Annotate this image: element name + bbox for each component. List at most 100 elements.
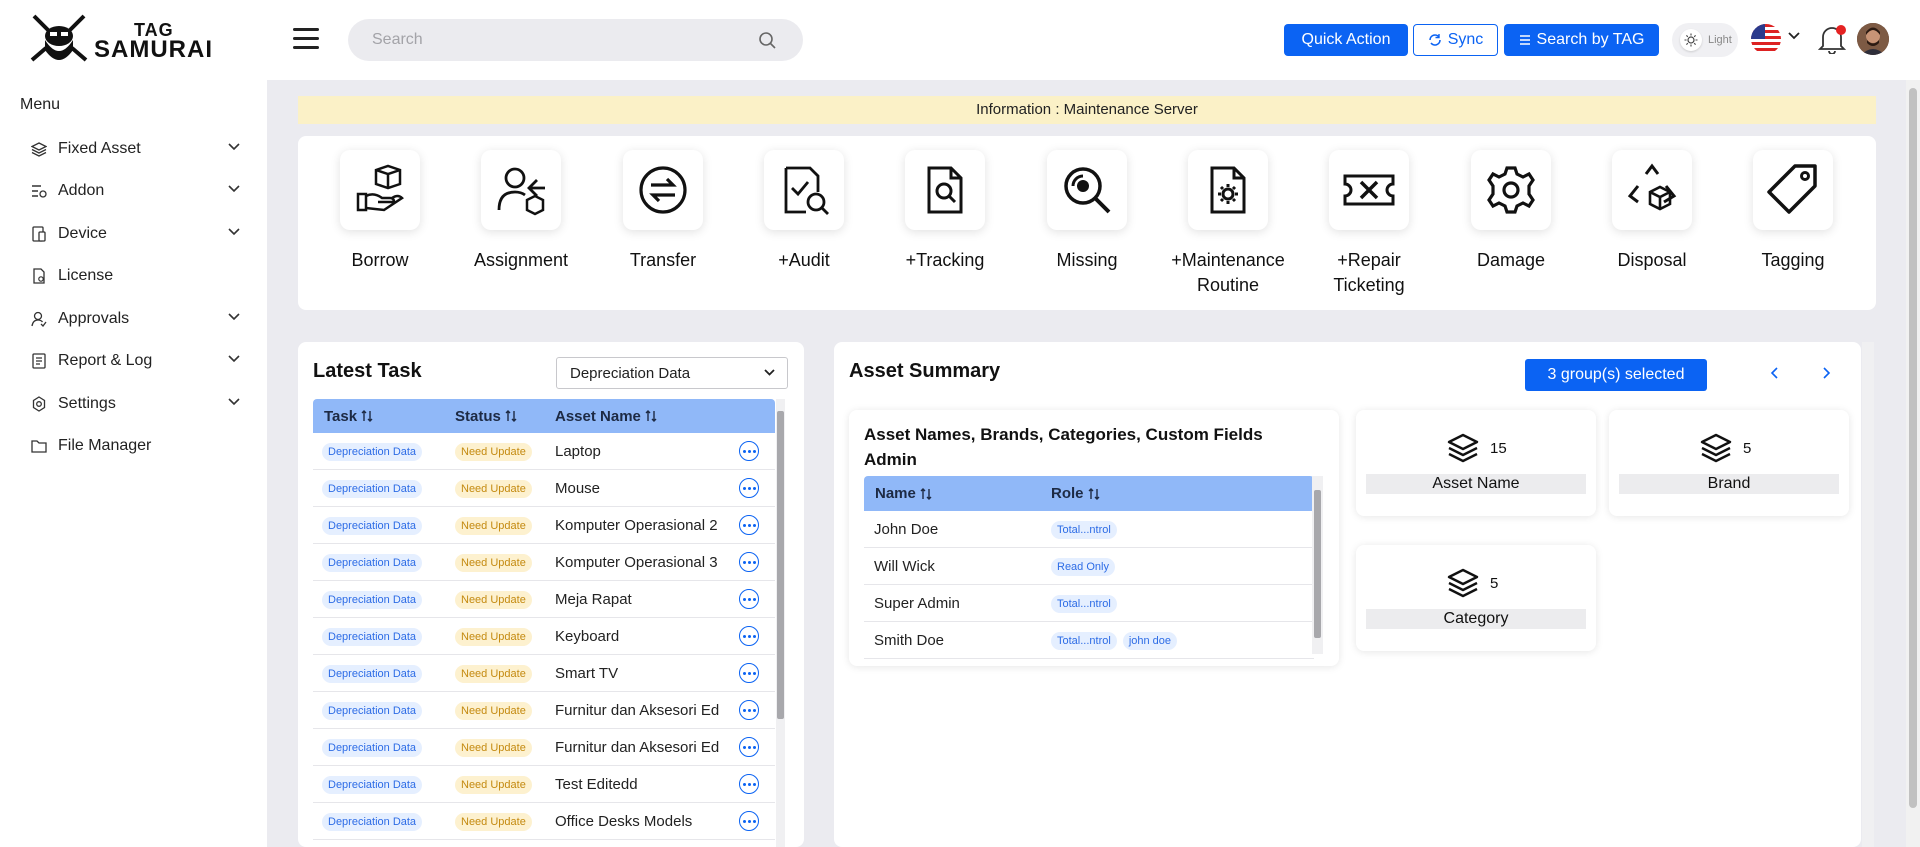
more-options-icon[interactable] (739, 552, 759, 572)
more-options-icon[interactable] (739, 441, 759, 461)
sidebar-item-device[interactable]: Device (30, 221, 240, 247)
table-row[interactable]: Depreciation Data Need Update Komputer Ope… (313, 507, 775, 544)
roles-table-scroll-thumb[interactable] (1314, 490, 1321, 638)
sidebar-item-report-log[interactable]: Report & Log (30, 348, 240, 374)
table-row[interactable]: Will Wick Read Only (864, 548, 1314, 585)
page-scrollbar[interactable] (1906, 80, 1920, 847)
quick-action-repair-ticketing[interactable]: +Repair Ticketing (1304, 150, 1434, 298)
more-options-icon[interactable] (739, 774, 759, 794)
sidebar-item-approvals[interactable]: Approvals (30, 306, 240, 332)
page-scroll-thumb[interactable] (1909, 88, 1917, 808)
info-banner: Information : Maintenance Server (298, 96, 1876, 124)
role-cell: Total...ntrol john doe (1051, 631, 1301, 650)
quick-action-disposal[interactable]: Disposal (1587, 150, 1717, 273)
quick-action-tagging[interactable]: Tagging (1728, 150, 1858, 273)
list-icon (1519, 35, 1530, 45)
more-options-icon[interactable] (739, 589, 759, 609)
search-box (348, 19, 803, 61)
task-table-scroll-thumb[interactable] (777, 411, 784, 719)
sync-button[interactable]: Sync (1413, 24, 1498, 56)
latest-task-table: Task Status Asset Name Depreciation Data… (313, 399, 775, 840)
column-header-asset-name[interactable]: Asset Name (549, 408, 749, 425)
brand-logo[interactable]: TAG SAMURAI (28, 12, 218, 68)
search-icon[interactable] (757, 30, 777, 50)
avatar[interactable] (1857, 23, 1889, 55)
task-table-scrollbar[interactable] (776, 399, 785, 847)
column-header-role[interactable]: Role (1051, 485, 1251, 502)
table-row[interactable]: Depreciation Data Need Update Furnitur dan… (313, 729, 775, 766)
sidebar-item-addon[interactable]: Addon (30, 178, 240, 204)
quick-action-button[interactable]: Quick Action (1284, 24, 1408, 56)
more-options-icon[interactable] (739, 700, 759, 720)
stat-value: 5 (1490, 575, 1499, 592)
more-options-icon[interactable] (739, 663, 759, 683)
task-filter-value: Depreciation Data (570, 364, 691, 382)
brand-line-2: SAMURAI (94, 36, 213, 63)
roles-table-scrollbar[interactable] (1312, 476, 1323, 654)
quick-action-missing[interactable]: Missing (1022, 150, 1152, 273)
column-header-task[interactable]: Task (313, 408, 446, 425)
table-row[interactable]: Depreciation Data Need Update Furnitur dan… (313, 692, 775, 729)
table-row[interactable]: Depreciation Data Need Update Laptop (313, 433, 775, 470)
status-badge: Need Update (455, 516, 532, 535)
theme-toggle[interactable]: Light (1672, 23, 1738, 57)
search-input[interactable] (372, 19, 752, 61)
layers-icon (1700, 433, 1732, 463)
us-flag-icon[interactable] (1751, 24, 1781, 54)
more-options-icon[interactable] (739, 737, 759, 757)
table-row[interactable]: Depreciation Data Need Update Smart TV (313, 655, 775, 692)
more-options-icon[interactable] (739, 811, 759, 831)
more-options-icon[interactable] (739, 626, 759, 646)
column-header-status[interactable]: Status (446, 408, 549, 425)
status-cell: Need Update (446, 442, 549, 461)
quick-action-transfer[interactable]: Transfer (598, 150, 728, 273)
table-row[interactable]: Depreciation Data Need Update Mouse (313, 470, 775, 507)
brand-text: TAG SAMURAI (94, 20, 213, 63)
summary-scrollbar[interactable] (1862, 342, 1874, 847)
stat-card-category[interactable]: 5 Category (1356, 545, 1596, 651)
table-row[interactable]: Smith Doe Total...ntrol john doe (864, 622, 1314, 659)
sidebar-item-fixed-asset[interactable]: Fixed Asset (30, 136, 240, 162)
task-chip: Depreciation Data (322, 812, 423, 831)
roles-table: Name Role John Doe Total...ntrol Will Wick… (864, 476, 1314, 659)
task-filter-select[interactable]: Depreciation Data (556, 357, 788, 389)
chevron-down-icon (228, 228, 240, 236)
asset-name-cell: Laptop (555, 442, 601, 460)
column-header-name[interactable]: Name (864, 485, 1051, 502)
table-row[interactable]: Super Admin Total...ntrol (864, 585, 1314, 622)
sidebar-item-license[interactable]: License (30, 263, 240, 289)
task-cell: Depreciation Data (313, 553, 446, 572)
audit-icon (784, 166, 829, 215)
quick-action-tracking[interactable]: +Tracking (880, 150, 1010, 273)
status-badge: Need Update (455, 775, 532, 794)
table-row[interactable]: Depreciation Data Need Update Meja Rapat (313, 581, 775, 618)
quick-action-borrow[interactable]: Borrow (315, 150, 445, 273)
search-by-tag-button[interactable]: Search by TAG (1504, 24, 1659, 56)
layers-icon (1447, 433, 1479, 463)
more-options-icon[interactable] (739, 515, 759, 535)
sidebar-item-settings[interactable]: Settings (30, 391, 240, 417)
chevron-right-icon[interactable] (1821, 366, 1831, 380)
chevron-down-icon[interactable] (1788, 32, 1800, 40)
chevron-down-icon (228, 143, 240, 151)
table-row[interactable]: John Doe Total...ntrol (864, 511, 1314, 548)
chevron-left-icon[interactable] (1770, 366, 1780, 380)
sidebar-item-file-manager[interactable]: File Manager (30, 433, 240, 459)
quick-action-audit[interactable]: +Audit (739, 150, 869, 273)
table-row[interactable]: Depreciation Data Need Update Office Desks… (313, 803, 775, 840)
group-select-button[interactable]: 3 group(s) selected (1525, 359, 1707, 391)
stat-value: 15 (1490, 440, 1507, 457)
quick-action-assignment[interactable]: Assignment (456, 150, 586, 273)
table-row[interactable]: Depreciation Data Need Update Test Editedd (313, 766, 775, 803)
table-row[interactable]: Depreciation Data Need Update Komputer Ope… (313, 544, 775, 581)
more-options-icon[interactable] (739, 478, 759, 498)
sidebar-item-label: Settings (58, 395, 116, 412)
theme-label: Light (1708, 34, 1732, 46)
stat-card-asset-name[interactable]: 15 Asset Name (1356, 410, 1596, 516)
status-cell: Need Update (446, 479, 549, 498)
table-row[interactable]: Depreciation Data Need Update Keyboard (313, 618, 775, 655)
menu-toggle-icon[interactable] (293, 28, 319, 50)
stat-card-brand[interactable]: 5 Brand (1609, 410, 1849, 516)
quick-action-maintenance-routine[interactable]: +Maintenance Routine (1163, 150, 1293, 298)
quick-action-damage[interactable]: Damage (1446, 150, 1576, 273)
